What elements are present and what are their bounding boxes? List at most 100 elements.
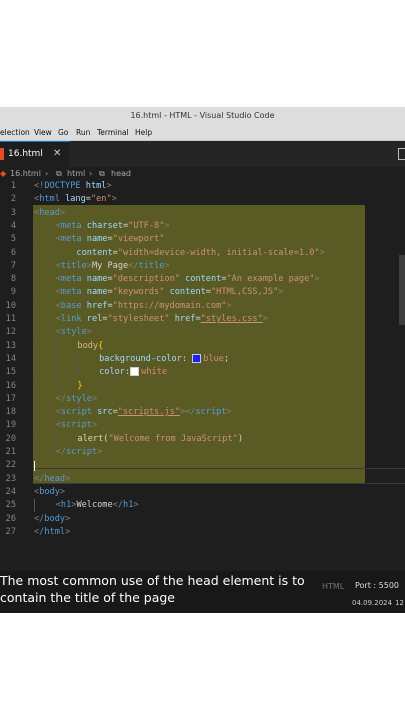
code-line[interactable]: 22 (0, 459, 405, 472)
code-line[interactable]: 4 <meta charset="UTF-8"> (0, 219, 405, 233)
code-text: </head> (34, 473, 70, 486)
line-number: 2 (10, 194, 16, 205)
code-line[interactable]: 19 <script> (0, 419, 405, 433)
code-line[interactable]: 2 <html lang="en"> (0, 193, 405, 206)
code-line[interactable]: 23 </head> (0, 473, 405, 486)
color-swatch-icon (192, 353, 202, 363)
code-line[interactable]: 20 alert("Welcome from JavaScript") (0, 432, 405, 446)
breadcrumb-separator: › (89, 169, 93, 178)
code-text: </html> (34, 526, 70, 539)
code-line[interactable]: 5 <meta name="viewport" (0, 233, 405, 247)
indent-guide (34, 419, 56, 433)
code-token: > (319, 247, 325, 258)
menu-item-go[interactable]: Go (58, 128, 68, 137)
code-line[interactable]: 26 </body> (0, 513, 405, 526)
code-token: Welcome (76, 500, 113, 511)
code-token: ></ (179, 407, 196, 418)
line-number: 27 (5, 526, 16, 537)
indent-guide (34, 219, 56, 233)
split-editor-icon[interactable] (398, 148, 405, 160)
code-text: <meta name="description" content="An exa… (34, 273, 320, 287)
element-icon: ⧉ (99, 169, 105, 178)
code-token: "width=device-width, initial-scale=1.0" (117, 247, 320, 258)
indent-guide (34, 233, 56, 247)
code-line[interactable]: 10 <base href="https://mydomain.com"> (0, 299, 405, 313)
breadcrumb-html[interactable]: html (67, 169, 85, 178)
code-token: h1 (60, 500, 72, 511)
menu-item-terminal[interactable]: Terminal (97, 128, 129, 137)
code-text: color: white (34, 366, 167, 380)
code-token: lang (65, 194, 86, 205)
code-line[interactable]: 11 <link rel="stylesheet" href="styles.c… (0, 313, 405, 326)
code-token: html (39, 194, 66, 205)
code-token: script (60, 407, 98, 418)
code-line[interactable]: 18 <script src="scripts.js"></script> (0, 406, 405, 420)
code-token: > (314, 274, 320, 285)
code-line[interactable]: 7 <title>My Page</title> (0, 259, 405, 273)
code-token: meta (60, 274, 87, 285)
line-number: 25 (5, 500, 16, 511)
html-file-icon (0, 148, 4, 160)
code-text: <title>My Page</title> (34, 259, 170, 273)
code-token: content (185, 274, 222, 285)
code-line[interactable]: 8 <meta name="description" content="An e… (0, 273, 405, 287)
code-line[interactable]: 13 body{ (0, 339, 405, 353)
indent-guide (34, 392, 56, 406)
line-number: 13 (5, 340, 16, 351)
breadcrumb-head[interactable]: head (111, 169, 131, 178)
menu-item-run[interactable]: Run (76, 128, 90, 137)
line-number: 16 (5, 380, 16, 391)
caption-line-1: The most common use of the head element … (0, 573, 305, 588)
code-line[interactable]: 1 <!DOCTYPE html> (0, 180, 405, 193)
code-line[interactable]: 12 <style> (0, 326, 405, 340)
tab-16-html[interactable]: 16.html ✕ (0, 141, 70, 168)
indent-guide (34, 326, 56, 340)
indent-guide (34, 313, 56, 326)
html-file-icon: ◆ (0, 169, 7, 178)
code-line[interactable]: 27 </html> (0, 526, 405, 539)
code-token: rel (86, 314, 103, 324)
line-number: 21 (5, 447, 16, 457)
menu-item-selection[interactable]: election (0, 128, 30, 137)
code-line[interactable]: 24 <body> (0, 486, 405, 499)
code-line[interactable]: 9 <meta name="keywords" content="HTML,CS… (0, 286, 405, 300)
code-line[interactable]: 3 <head> (0, 207, 405, 220)
code-token: link (60, 314, 87, 324)
status-port[interactable]: Port : 5500 (355, 581, 399, 590)
code-line[interactable]: 15 color: white (0, 366, 405, 380)
code-token: > (86, 327, 92, 338)
code-token: base (60, 300, 87, 311)
breadcrumb-file[interactable]: 16.html (10, 169, 41, 178)
code-line[interactable]: 6 content="width=device-width, initial-s… (0, 246, 405, 260)
line-number: 6 (10, 247, 16, 258)
code-line[interactable]: 16 } (0, 379, 405, 393)
menu-item-help[interactable]: Help (135, 128, 152, 137)
caption-line-2: contain the title of the page (0, 590, 175, 605)
line-number: 8 (10, 274, 16, 285)
indent-guide (34, 259, 56, 273)
line-number: 14 (5, 353, 16, 364)
code-token: "stylesheet" (107, 314, 175, 324)
code-line[interactable]: 17 </style> (0, 392, 405, 406)
code-token: background-color (99, 353, 182, 364)
code-line[interactable]: 25 <h1>Welcome</h1> (0, 499, 405, 513)
line-number: 24 (5, 486, 16, 497)
code-text: </script> (34, 446, 102, 459)
code-text: <head> (34, 207, 65, 220)
code-token: content (169, 287, 206, 298)
code-token: > (65, 473, 71, 484)
code-token: My Page (91, 260, 129, 271)
code-token: head (39, 207, 60, 218)
menu-item-view[interactable]: View (34, 128, 52, 137)
code-line[interactable]: 14 background-color: blue; (0, 352, 405, 366)
code-line[interactable]: 21 </script> (0, 446, 405, 459)
close-icon[interactable]: ✕ (53, 148, 61, 159)
indent-guide (55, 432, 78, 446)
code-token: "scripts.js" (117, 407, 180, 418)
status-language[interactable]: HTML (322, 582, 344, 591)
code-token: body (39, 486, 60, 497)
code-token: meta (60, 287, 87, 298)
text-cursor (34, 461, 35, 472)
code-token: ; (223, 353, 230, 364)
code-token: > (133, 500, 139, 511)
